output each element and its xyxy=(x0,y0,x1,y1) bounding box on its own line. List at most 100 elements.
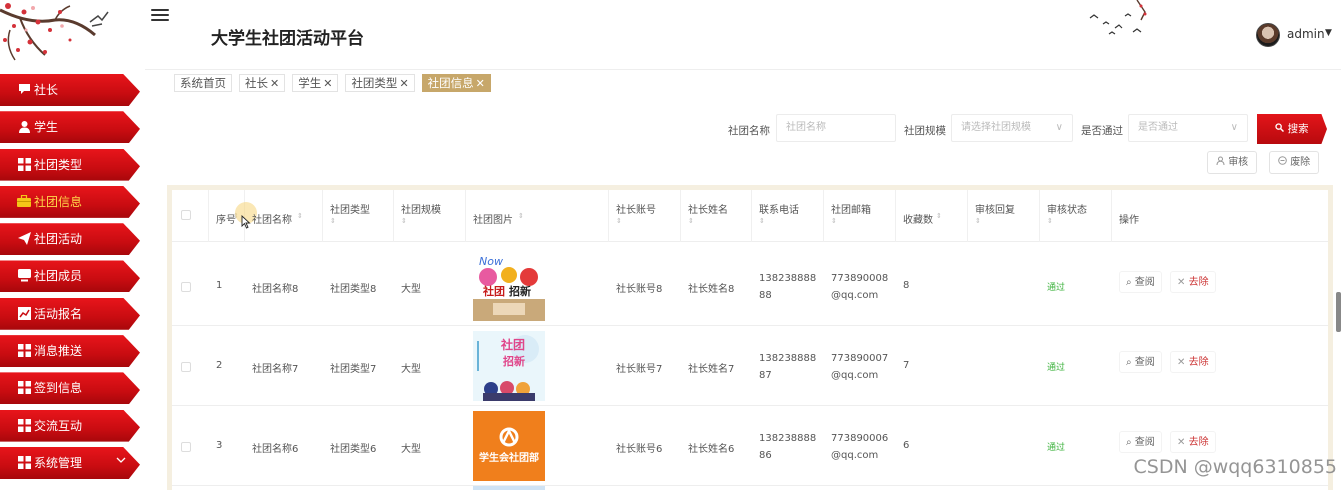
svg-text:学生会社团部: 学生会社团部 xyxy=(479,451,539,464)
cell-club-scale: 大型 xyxy=(401,364,421,375)
review-button[interactable]: 审核 xyxy=(1207,151,1258,174)
menu-toggle-icon[interactable] xyxy=(151,8,169,26)
header-leader-name[interactable]: 社长姓名 ⇕ xyxy=(681,190,752,242)
sort-icon[interactable]: ⇕ xyxy=(688,217,694,225)
tab-home[interactable]: 系统首页 xyxy=(174,74,232,92)
search-button[interactable]: 搜索 xyxy=(1257,114,1327,144)
cell-club-scale: 大型 xyxy=(401,444,421,455)
sidebar-item-label: 社长 xyxy=(34,83,59,97)
sidebar-item-club-type[interactable]: 社团类型 xyxy=(0,148,140,181)
sidebar-item-club-info[interactable]: 社团信息 xyxy=(0,185,140,218)
sidebar-item-leader[interactable]: 社长 xyxy=(0,74,140,106)
sort-icon[interactable]: ⇕ xyxy=(518,212,524,220)
sidebar-item-label: 社团信息 xyxy=(34,194,83,209)
club-poster-image[interactable]: Now 社团 招新 xyxy=(473,251,545,321)
club-table: 序号 ⇕ 社团名称 ⇕ 社团类型 ⇕ 社团规模 ⇕ 社团图片 ⇕ xyxy=(167,185,1333,490)
passed-select[interactable]: 是否通过 ∨ xyxy=(1128,114,1248,142)
table-header: 序号 ⇕ 社团名称 ⇕ 社团类型 ⇕ 社团规模 ⇕ 社团图片 ⇕ xyxy=(172,190,1328,242)
chevron-down-icon xyxy=(116,456,126,467)
user-name[interactable]: admin xyxy=(1287,27,1325,41)
header-email[interactable]: 社团邮箱 ⇕ xyxy=(824,190,896,242)
top-header: 大学生社团活动平台 admin ▼ xyxy=(145,0,1341,70)
sort-icon[interactable]: ⇕ xyxy=(1047,217,1053,225)
tab-student[interactable]: 学生 ✕ xyxy=(292,74,339,92)
close-icon: ✕ xyxy=(1177,437,1186,448)
sidebar-item-label: 社团成员 xyxy=(34,269,83,284)
sidebar-item-club-activity[interactable]: 社团活动 xyxy=(0,223,140,256)
club-poster-image[interactable] xyxy=(473,486,545,490)
header-club-image[interactable]: 社团图片 ⇕ xyxy=(466,190,609,242)
user-icon xyxy=(1216,156,1228,168)
sidebar-item-messages[interactable]: 消息推送 xyxy=(0,335,140,368)
status-badge: 通过 xyxy=(1047,283,1066,293)
sort-icon[interactable]: ⇕ xyxy=(330,217,336,225)
sidebar-item-activity-signup[interactable]: 活动报名 xyxy=(0,297,140,330)
sidebar: 社长 学生 社团类型 社团信息 社团活动 社团成员 活动报名 消息推送 签到信息… xyxy=(0,0,145,490)
comment-icon xyxy=(17,83,31,97)
close-icon[interactable]: ✕ xyxy=(399,77,408,90)
close-icon[interactable]: ✕ xyxy=(323,77,332,90)
header-leader-account[interactable]: 社长账号 ⇕ xyxy=(609,190,681,242)
cell-club-name: 社团名称6 xyxy=(252,444,299,455)
header-club-name[interactable]: 社团名称 ⇕ xyxy=(245,190,323,242)
sort-icon[interactable]: ⇕ xyxy=(831,217,837,225)
chevron-down-icon: ∨ xyxy=(1055,122,1063,133)
avatar[interactable] xyxy=(1256,23,1280,47)
row-checkbox[interactable] xyxy=(181,362,191,372)
cell-no: 3 xyxy=(216,440,223,451)
grid-icon xyxy=(17,157,31,172)
delete-button[interactable]: ✕ 去除 xyxy=(1170,271,1216,293)
sidebar-item-label: 社团活动 xyxy=(34,232,83,247)
sidebar-item-checkin[interactable]: 签到信息 xyxy=(0,372,140,405)
sort-icon[interactable]: ⇕ xyxy=(401,217,407,225)
row-checkbox[interactable] xyxy=(181,442,191,452)
tab-club-type[interactable]: 社团类型 ✕ xyxy=(345,74,415,92)
row-checkbox[interactable] xyxy=(181,282,191,292)
sidebar-item-system[interactable]: 系统管理 xyxy=(0,446,140,479)
table-row: 2 社团名称7 社团类型7 大型 社团 招新 社长账号7 社长姓名7 13823… xyxy=(172,326,1328,406)
tab-leader[interactable]: 社长 ✕ xyxy=(239,74,286,92)
header-phone[interactable]: 联系电话 ⇕ xyxy=(752,190,824,242)
club-name-input[interactable]: 社团名称 xyxy=(776,114,896,142)
close-icon[interactable]: ✕ xyxy=(476,77,485,90)
header-select-all[interactable] xyxy=(172,190,209,242)
sort-icon[interactable]: ⇕ xyxy=(936,212,942,220)
header-review-status[interactable]: 审核状态 ⇕ xyxy=(1040,190,1112,242)
search-icon xyxy=(1275,123,1287,135)
grid-icon xyxy=(17,381,31,395)
club-scale-select[interactable]: 请选择社团规模 ∨ xyxy=(951,114,1073,142)
monitor-icon xyxy=(17,269,31,283)
header-club-scale[interactable]: 社团规模 ⇕ xyxy=(394,190,466,242)
view-button[interactable]: ⌕ 查阅 xyxy=(1119,431,1162,453)
table-row xyxy=(172,486,1328,490)
cell-leader-account: 社长账号8 xyxy=(616,284,663,295)
app-window: 社长 学生 社团类型 社团信息 社团活动 社团成员 活动报名 消息推送 签到信息… xyxy=(0,0,1341,490)
passed-label: 是否通过 xyxy=(1081,125,1123,137)
tab-bar: 系统首页 社长 ✕ 学生 ✕ 社团类型 ✕ 社团信息 ✕ xyxy=(174,74,491,94)
deprecate-button[interactable]: 废除 xyxy=(1269,151,1320,174)
delete-button[interactable]: ✕ 去除 xyxy=(1170,431,1216,453)
delete-button[interactable]: ✕ 去除 xyxy=(1170,351,1216,373)
caret-down-icon[interactable]: ▼ xyxy=(1325,28,1332,38)
sidebar-item-interaction[interactable]: 交流互动 xyxy=(0,409,140,442)
header-review-reply[interactable]: 审核回复 ⇕ xyxy=(968,190,1040,242)
club-poster-image[interactable]: 学生会社团部 xyxy=(473,411,545,481)
sort-icon[interactable]: ⇕ xyxy=(759,217,765,225)
sort-icon[interactable]: ⇕ xyxy=(297,212,303,220)
minus-circle-icon xyxy=(1278,156,1290,168)
grid-icon xyxy=(17,455,31,470)
sort-icon[interactable]: ⇕ xyxy=(975,217,981,225)
header-no[interactable]: 序号 ⇕ xyxy=(209,190,257,242)
view-button[interactable]: ⌕ 查阅 xyxy=(1119,351,1162,373)
tab-club-info[interactable]: 社团信息 ✕ xyxy=(421,74,491,92)
scrollbar[interactable] xyxy=(1336,292,1341,332)
sort-icon[interactable]: ⇕ xyxy=(616,217,622,225)
view-button[interactable]: ⌕ 查阅 xyxy=(1119,271,1162,293)
header-favorites[interactable]: 收藏数 ⇕ xyxy=(896,190,968,242)
close-icon[interactable]: ✕ xyxy=(270,77,279,90)
sidebar-item-club-members[interactable]: 社团成员 xyxy=(0,260,140,293)
page-title: 大学生社团活动平台 xyxy=(211,29,364,49)
cell-club-type: 社团类型6 xyxy=(330,444,377,455)
club-poster-image[interactable]: 社团 招新 xyxy=(473,331,545,401)
header-club-type[interactable]: 社团类型 ⇕ xyxy=(323,190,394,242)
